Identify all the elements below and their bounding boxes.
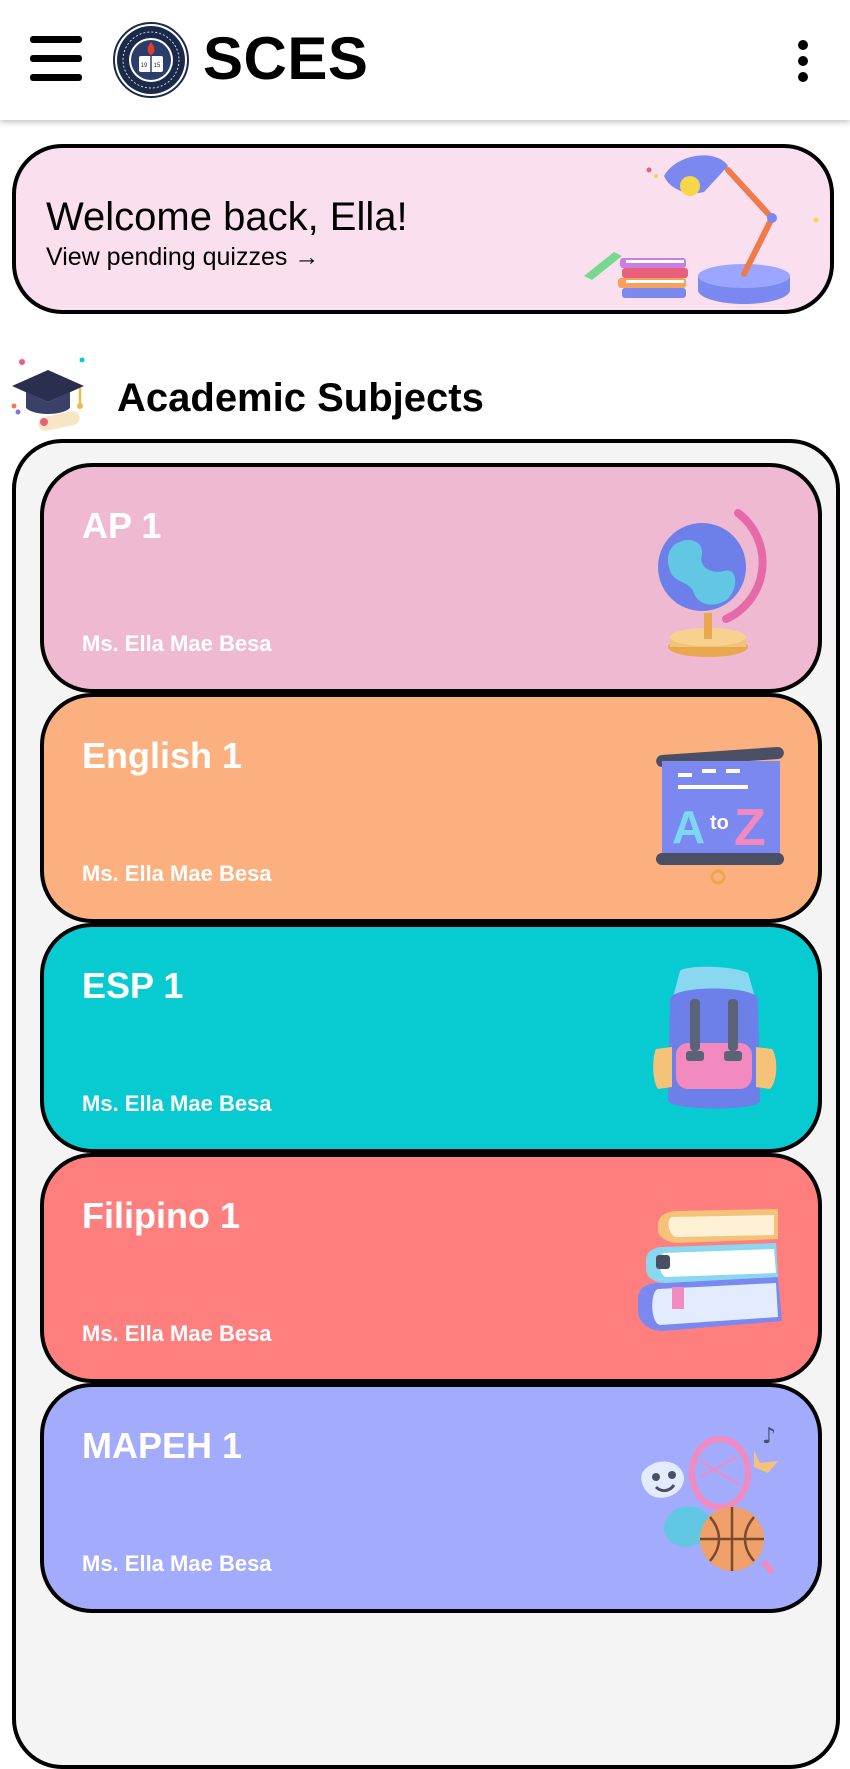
- subject-card-ap[interactable]: AP 1 Ms. Ella Mae Besa: [40, 463, 822, 693]
- welcome-banner: Welcome back, Ella! View pending quizzes…: [12, 144, 834, 314]
- globe-icon: [658, 509, 767, 657]
- subject-name: AP 1: [82, 505, 162, 546]
- app-title: SCES: [203, 25, 369, 92]
- subject-name: MAPEH 1: [82, 1425, 243, 1466]
- pending-quizzes-label: View pending quizzes: [46, 243, 288, 271]
- book-stack-icon: [638, 1209, 782, 1331]
- pending-quizzes-link[interactable]: View pending quizzes →: [46, 242, 319, 272]
- subject-teacher: Ms. Ella Mae Besa: [82, 1321, 272, 1346]
- school-logo: 19 15: [113, 22, 189, 98]
- top-app-bar: 19 15 SCES: [0, 0, 850, 120]
- graduation-cap-icon: [11, 357, 85, 431]
- section-title: Academic Subjects: [117, 376, 484, 420]
- subject-card-mapeh[interactable]: MAPEH 1 Ms. Ella Mae Besa ♪: [40, 1383, 822, 1613]
- svg-text:A: A: [672, 801, 705, 853]
- subject-teacher: Ms. Ella Mae Besa: [82, 861, 272, 886]
- arts-sports-icon: ♪: [641, 1424, 778, 1575]
- subject-card-esp[interactable]: ESP 1 Ms. Ella Mae Besa: [40, 923, 822, 1153]
- subjects-list: AP 1 Ms. Ella Mae Besa English 1 Ms. Ell…: [12, 439, 840, 1769]
- subject-teacher: Ms. Ella Mae Besa: [82, 631, 272, 656]
- subject-teacher: Ms. Ella Mae Besa: [82, 1551, 272, 1576]
- backpack-icon: [653, 966, 777, 1109]
- hamburger-menu-icon[interactable]: [30, 34, 82, 84]
- svg-text:Z: Z: [734, 799, 766, 857]
- svg-text:to: to: [710, 812, 729, 834]
- subject-card-filipino[interactable]: Filipino 1 Ms. Ella Mae Besa: [40, 1153, 822, 1383]
- subject-name: English 1: [82, 735, 243, 776]
- svg-text:♪: ♪: [762, 1424, 776, 1449]
- subject-teacher: Ms. Ella Mae Besa: [82, 1091, 272, 1116]
- subject-name: Filipino 1: [82, 1195, 240, 1236]
- svg-text:19: 19: [141, 63, 148, 69]
- arrow-right-icon: →: [294, 243, 320, 271]
- subject-card-english[interactable]: English 1 Ms. Ella Mae Besa A to Z: [40, 693, 822, 923]
- subject-name: ESP 1: [82, 965, 184, 1006]
- more-options-icon[interactable]: [795, 38, 811, 84]
- desk-lamp-books-illustration: [584, 155, 819, 304]
- welcome-title: Welcome back, Ella!: [46, 195, 408, 239]
- a-to-z-board-icon: A to Z: [656, 746, 784, 885]
- svg-text:15: 15: [154, 63, 161, 69]
